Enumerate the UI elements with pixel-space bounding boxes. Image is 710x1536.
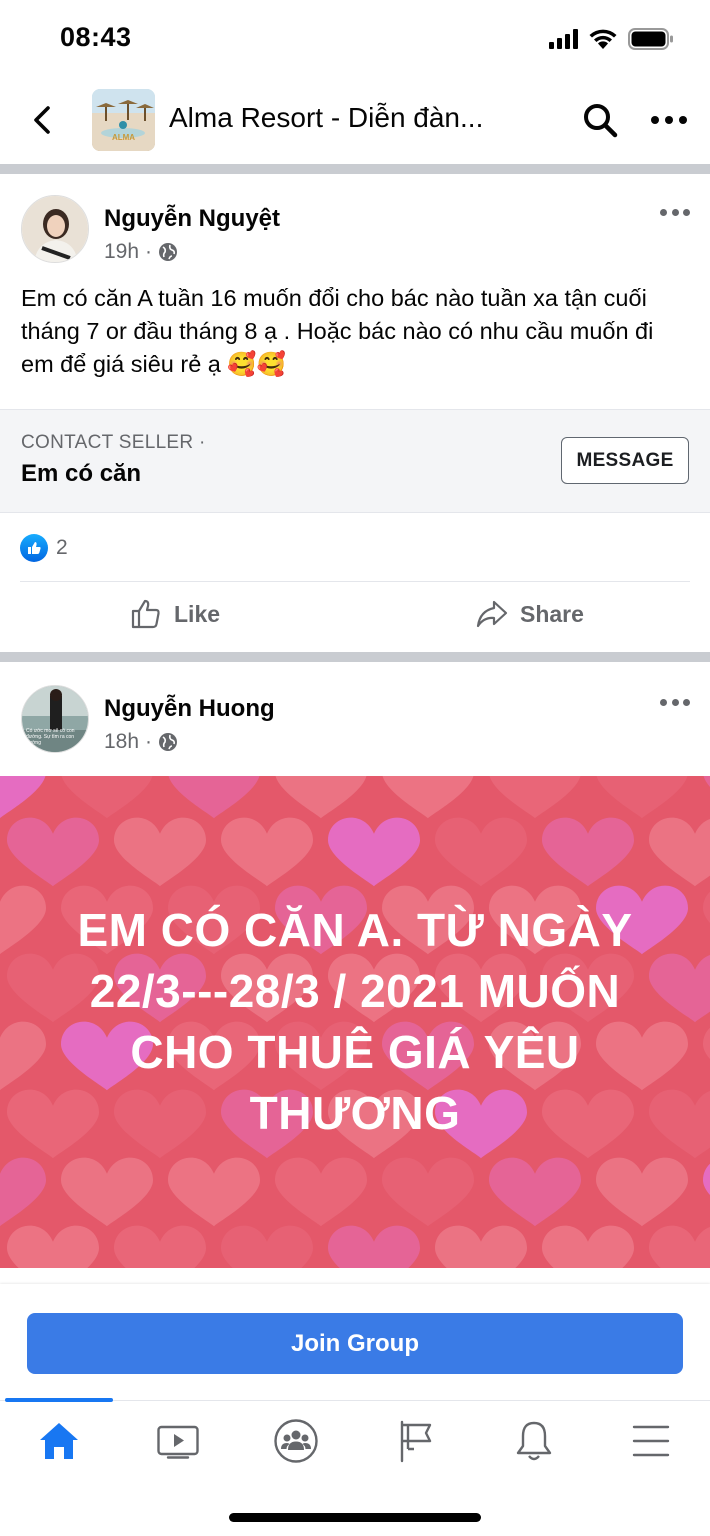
- like-label: Like: [174, 600, 221, 627]
- post-meta: 18h ·: [104, 730, 178, 754]
- dot: [671, 698, 679, 706]
- banner-text: EM CÓ CĂN A. TỪ NGÀY 22/3---28/3 / 2021 …: [77, 904, 633, 1139]
- post-meta: 19h ·: [104, 240, 178, 264]
- wifi-icon: [589, 29, 617, 49]
- post-text-background-banner[interactable]: EM CÓ CĂN A. TỪ NGÀY 22/3---28/3 / 2021 …: [0, 776, 710, 1268]
- section-separator: [0, 164, 710, 174]
- avatar-caption: Có ước mơ sẽ có con đường. Sự tìm ra con…: [26, 728, 75, 746]
- join-group-button[interactable]: Join Group: [27, 1313, 683, 1374]
- home-indicator[interactable]: [229, 1513, 481, 1522]
- video-icon: [157, 1425, 199, 1459]
- reaction-summary[interactable]: 2: [20, 534, 68, 562]
- dot: [683, 698, 690, 706]
- tab-menu[interactable]: [621, 1415, 681, 1467]
- search-icon: [584, 104, 618, 138]
- dot: [660, 698, 667, 706]
- like-button[interactable]: Like: [130, 598, 220, 630]
- tab-home[interactable]: [29, 1415, 89, 1467]
- cellular-signal-icon: [549, 29, 578, 49]
- thumbs-up-icon: [131, 599, 160, 629]
- post-more-button[interactable]: [660, 692, 690, 712]
- active-tab-indicator: [5, 1398, 113, 1402]
- share-label: Share: [520, 600, 584, 627]
- post-card: Nguyễn Nguyệt 19h · Em có căn A tuần 16 …: [0, 174, 710, 652]
- marketplace-contact-box: CONTACT SELLER · Em có căn MESSAGE: [0, 409, 710, 513]
- status-time: 08:43: [60, 22, 132, 52]
- battery-icon: [628, 28, 673, 50]
- post-time[interactable]: 19h: [104, 240, 139, 264]
- group-header: ALMA Alma Resort - Diễn đàn...: [0, 78, 710, 164]
- post-author[interactable]: Nguyễn Nguyệt: [104, 205, 280, 233]
- author-photo: [22, 196, 88, 262]
- pages-flag-icon: [400, 1420, 432, 1463]
- message-button[interactable]: MESSAGE: [561, 437, 689, 484]
- divider: [20, 581, 690, 582]
- like-reaction-icon: [20, 534, 48, 562]
- post-more-button[interactable]: [660, 202, 690, 222]
- group-cover-thumbnail[interactable]: ALMA: [92, 89, 155, 151]
- chevron-left-icon: [34, 106, 50, 134]
- header-more-button[interactable]: [648, 100, 690, 140]
- thumb-logo-text: ALMA: [111, 133, 136, 142]
- section-separator: [0, 652, 710, 662]
- back-button[interactable]: [22, 100, 62, 140]
- search-button[interactable]: [580, 100, 620, 140]
- globe-icon: [159, 243, 178, 261]
- dot: [660, 208, 667, 216]
- post-body-text: Em có căn A tuần 16 muốn đổi cho bác nào…: [21, 285, 654, 377]
- share-arrow-icon: [476, 600, 508, 628]
- menu-icon: [632, 1425, 670, 1457]
- dot: [683, 208, 690, 216]
- bottom-panel: Join Group: [0, 1284, 710, 1536]
- dot: [671, 208, 679, 216]
- globe-icon: [159, 733, 178, 751]
- reaction-count: 2: [56, 536, 68, 559]
- share-button[interactable]: Share: [476, 598, 584, 630]
- tab-pages[interactable]: [386, 1415, 446, 1467]
- tab-bar: [0, 1398, 710, 1480]
- groups-icon: [274, 1419, 318, 1463]
- meta-separator: ·: [145, 730, 153, 753]
- group-title[interactable]: Alma Resort - Diễn đàn...: [169, 102, 514, 134]
- post-author[interactable]: Nguyễn Huong: [104, 695, 275, 723]
- status-bar: 08:43: [0, 0, 710, 78]
- home-icon: [40, 1423, 78, 1459]
- contact-seller-label: CONTACT SELLER ·: [21, 432, 206, 453]
- listing-title: Em có căn: [21, 460, 142, 487]
- post-time[interactable]: 18h: [104, 730, 139, 754]
- meta-separator: ·: [145, 240, 153, 263]
- tab-notifications[interactable]: [504, 1415, 564, 1467]
- avatar[interactable]: [21, 195, 89, 263]
- tab-groups[interactable]: [266, 1415, 326, 1467]
- avatar[interactable]: Có ước mơ sẽ có con đường. Sự tìm ra con…: [21, 685, 89, 753]
- tab-watch[interactable]: [148, 1415, 208, 1467]
- status-icons: [549, 26, 674, 52]
- notifications-bell-icon: [516, 1421, 552, 1461]
- more-horizontal-icon: [651, 116, 687, 124]
